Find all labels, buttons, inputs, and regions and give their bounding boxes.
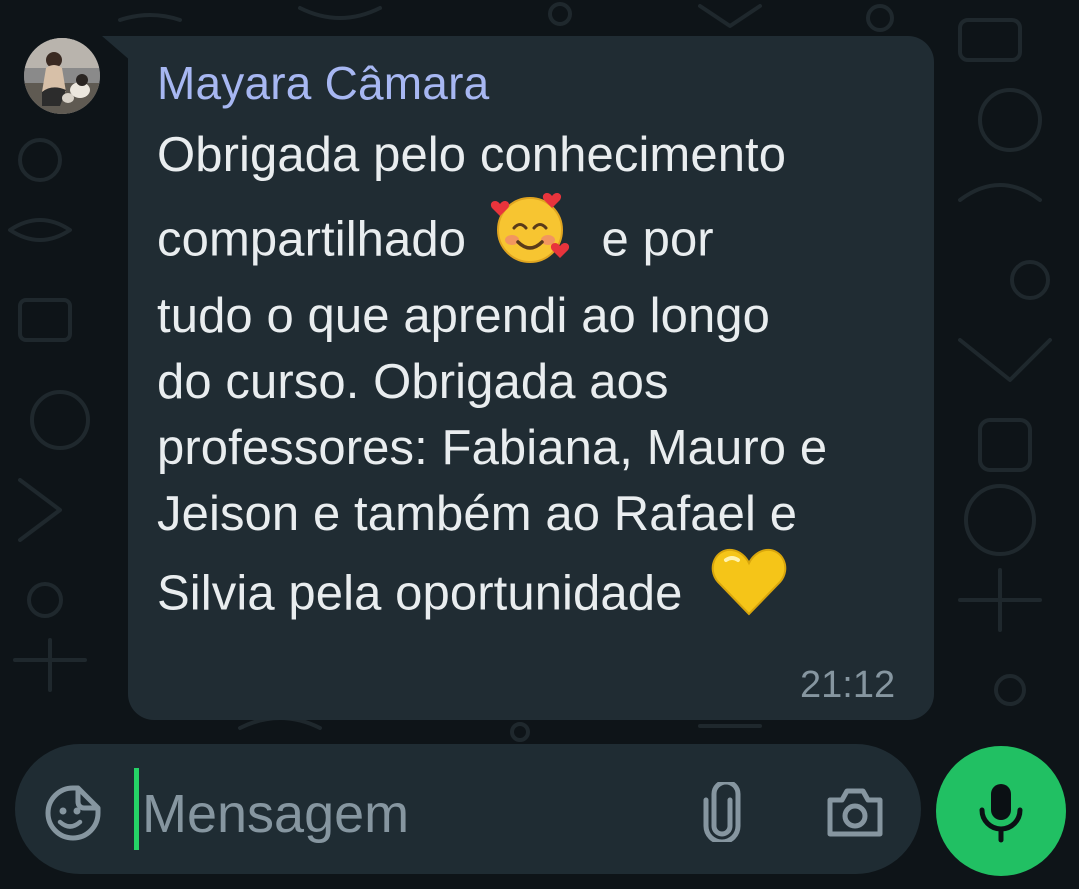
message-line: professores: Fabiana, Mauro e [157,421,828,475]
message-line: Obrigada pelo conhecimento [157,128,787,182]
message-line: tudo o que aprendi ao longo [157,289,770,343]
yellow-heart-icon [710,548,788,627]
mic-icon [979,784,1023,843]
smiling-face-with-hearts-icon [490,193,574,275]
attach-icon[interactable] [700,779,744,845]
text-cursor [134,768,139,850]
message-line: do curso. Obrigada aos [157,355,669,409]
camera-icon[interactable] [826,786,884,838]
sticker-icon[interactable] [44,784,102,842]
message-time: 21:12 [800,664,896,706]
avatar-photo-icon [24,38,100,114]
message-line: Jeison e também ao Rafael e [157,487,798,541]
voice-record-button[interactable] [936,746,1066,876]
message-text: compartilhado [157,212,467,267]
message-text: e por [601,212,714,267]
message-input[interactable]: Mensagem [142,783,409,845]
sender-name[interactable]: Mayara Câmara [157,56,489,110]
message-text: Silvia pela oportunidade [157,566,683,621]
message-line-with-emoji: Silvia pela oportunidade [157,548,788,627]
message-line-with-emoji: compartilhado e por [157,193,714,275]
sender-avatar[interactable] [24,38,100,114]
